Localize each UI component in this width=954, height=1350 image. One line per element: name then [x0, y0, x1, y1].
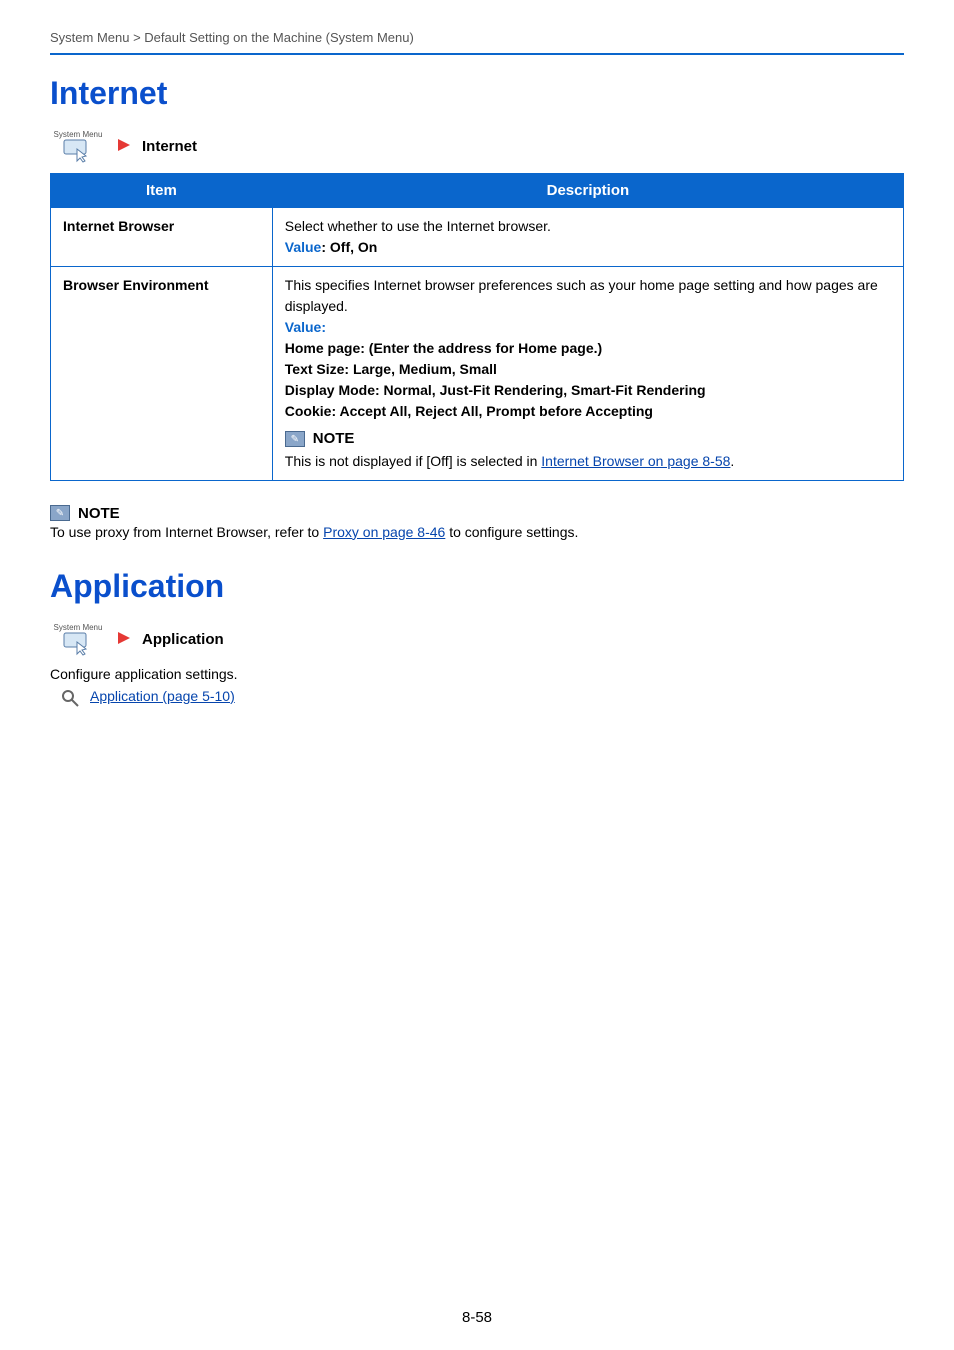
header-divider [50, 53, 904, 55]
internet-settings-table: Item Description Internet Browser Select… [50, 173, 904, 481]
link-internet-browser[interactable]: Internet Browser on page 8-58 [541, 453, 730, 469]
breadcrumb: System Menu Internet [50, 130, 904, 163]
value-label: Value [285, 319, 322, 335]
page-number: 8-58 [0, 1309, 954, 1326]
value-option: Home page: (Enter the address for Home p… [285, 338, 891, 359]
link-proxy[interactable]: Proxy on page 8-46 [323, 524, 445, 540]
item-name: Browser Environment [51, 267, 273, 481]
note-icon: ✎ [285, 431, 305, 447]
item-description: This specifies Internet browser preferen… [272, 267, 903, 481]
breadcrumb-arrow-icon [116, 630, 132, 649]
note-body: To use proxy from Internet Browser, refe… [50, 524, 904, 540]
note-text-post: . [730, 453, 734, 469]
system-menu-badge: System Menu [50, 130, 106, 163]
value-line: Value: [285, 317, 891, 338]
value-option: Display Mode: Normal, Just-Fit Rendering… [285, 380, 891, 401]
table-row: Browser Environment This specifies Inter… [51, 267, 904, 481]
section-title-application: Application [50, 568, 904, 605]
reference-row: Application (page 5-10) [60, 688, 904, 708]
table-row: Internet Browser Select whether to use t… [51, 208, 904, 267]
note-label: NOTE [313, 428, 355, 451]
note-text-pre: To use proxy from Internet Browser, refe… [50, 524, 323, 540]
screen-tap-icon [63, 632, 93, 656]
system-menu-label: System Menu [54, 130, 103, 139]
system-menu-badge: System Menu [50, 623, 106, 656]
application-description: Configure application settings. [50, 666, 904, 682]
value-text: : Off, On [321, 239, 377, 255]
value-label: Value [285, 239, 322, 255]
value-line: Value: Off, On [285, 237, 891, 258]
link-application-ref[interactable]: Application (page 5-10) [90, 688, 235, 704]
note-icon: ✎ [50, 505, 70, 521]
breadcrumb-current: Internet [142, 138, 197, 155]
table-header-description: Description [272, 174, 903, 208]
breadcrumb: System Menu Application [50, 623, 904, 656]
breadcrumb-current: Application [142, 631, 224, 648]
table-header-item: Item [51, 174, 273, 208]
item-description: Select whether to use the Internet brows… [272, 208, 903, 267]
value-colon: : [321, 319, 326, 335]
section-title-internet: Internet [50, 75, 904, 112]
value-option: Cookie: Accept All, Reject All, Prompt b… [285, 401, 891, 422]
item-name: Internet Browser [51, 208, 273, 267]
screen-tap-icon [63, 139, 93, 163]
note-label: NOTE [78, 505, 120, 522]
value-option: Text Size: Large, Medium, Small [285, 359, 891, 380]
note-text-post: to configure settings. [445, 524, 578, 540]
note-body: This is not displayed if [Off] is select… [285, 451, 891, 472]
magnifier-icon [60, 688, 80, 708]
inline-note: ✎ NOTE [285, 428, 891, 451]
running-header: System Menu > Default Setting on the Mac… [50, 30, 904, 53]
desc-text: Select whether to use the Internet brows… [285, 216, 891, 237]
breadcrumb-arrow-icon [116, 137, 132, 156]
note-text-pre: This is not displayed if [Off] is select… [285, 453, 542, 469]
section-note: ✎ NOTE To use proxy from Internet Browse… [50, 505, 904, 540]
system-menu-label: System Menu [54, 623, 103, 632]
desc-text: This specifies Internet browser preferen… [285, 275, 891, 317]
